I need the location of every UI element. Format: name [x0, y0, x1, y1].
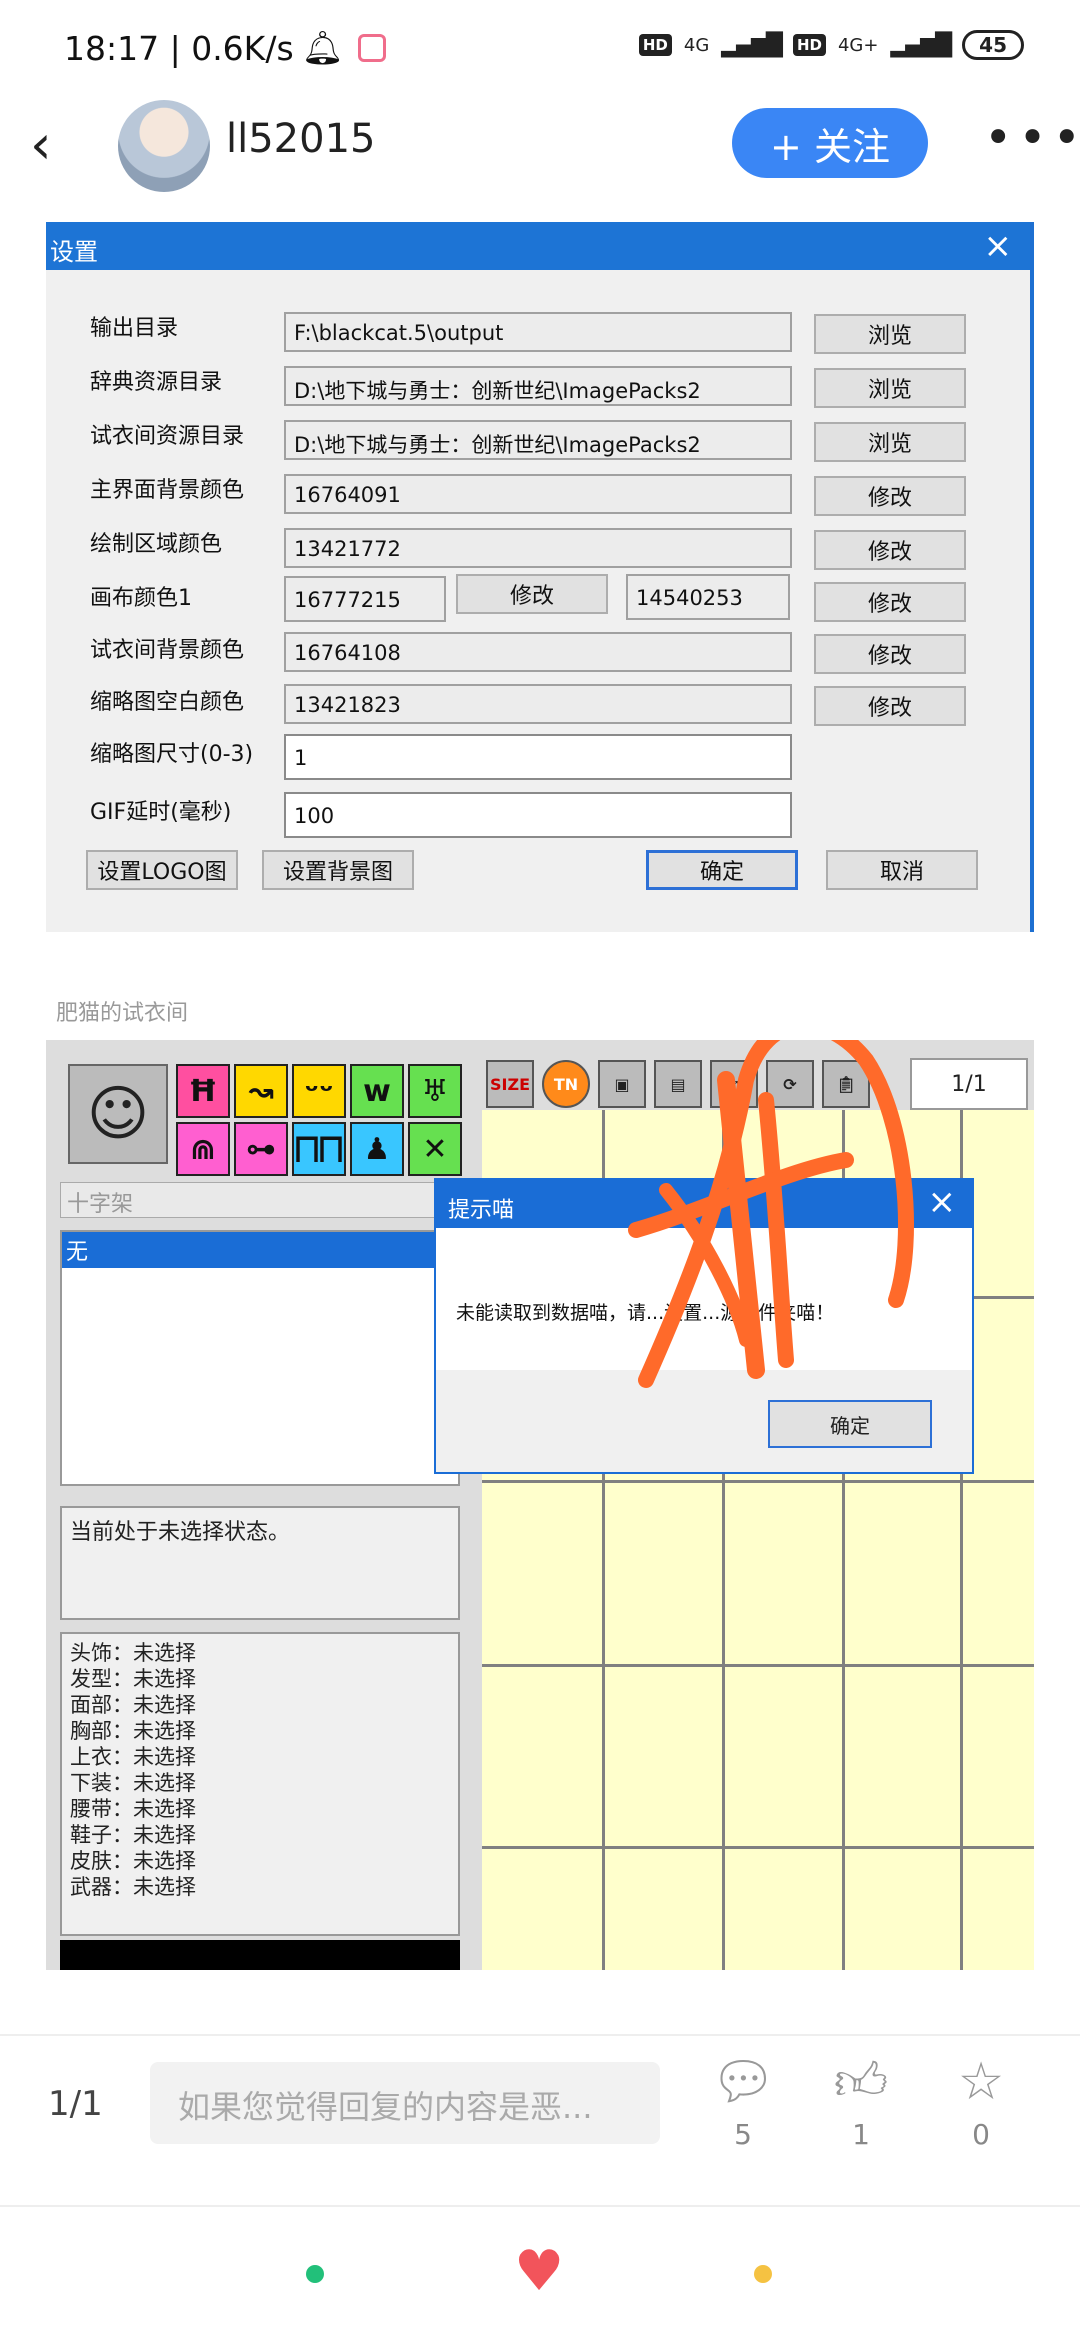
like-button[interactable]: 👍︎ 1	[826, 2050, 896, 2151]
browse-button-1[interactable]: 浏览	[814, 314, 966, 354]
label-canvas: 画布颜色1	[90, 586, 192, 611]
like-count: 1	[852, 2118, 870, 2151]
field-draw-area[interactable]: 13421772	[284, 528, 792, 568]
hd-badge-1: HD	[638, 34, 672, 56]
confirm-button[interactable]: 确定	[646, 850, 798, 890]
label-thumb-size: 缩略图尺寸(0-3)	[90, 742, 254, 767]
nav-dot-green[interactable]	[306, 2265, 324, 2283]
time-speed: 18:17 | 0.6K/s	[64, 28, 294, 68]
field-output[interactable]: F:\blackcat.5\output	[284, 312, 792, 352]
bell-icon: 🔔︎	[301, 28, 344, 67]
hd-badge-2: HD	[792, 34, 826, 56]
status-bar: 18:17 | 0.6K/s 🔔︎ HD 4G ▂▄▆█ HD 4G+ ▂▄▆█…	[0, 0, 1080, 92]
signal-icon: ▂▄▆█	[721, 32, 783, 58]
network-1: 4G	[683, 34, 710, 56]
label-gif-delay: GIF延时(毫秒)	[90, 800, 232, 825]
modify-button-1[interactable]: 修改	[814, 476, 966, 516]
more-icon[interactable]: •••	[984, 114, 1080, 162]
modify-button-5[interactable]: 修改	[814, 686, 966, 726]
heart-icon[interactable]: ♥	[514, 2239, 564, 2304]
username[interactable]: ll52015	[226, 116, 375, 162]
bottom-nav: ♥	[0, 2205, 1080, 2342]
star-icon: ☆	[957, 2052, 1005, 2112]
settings-window: 设置 × 输出目录 F:\blackcat.5\output 浏览 辞典资源目录…	[46, 222, 1034, 932]
label-dict: 辞典资源目录	[90, 370, 223, 395]
modify-button-2[interactable]: 修改	[814, 530, 966, 570]
back-icon[interactable]: ‹	[30, 118, 52, 172]
field-thumb-size[interactable]: 1	[284, 734, 792, 780]
field-canvas-2[interactable]: 14540253	[626, 574, 790, 620]
follow-button[interactable]: + 关注	[732, 108, 928, 178]
set-bg-button[interactable]: 设置背景图	[262, 850, 414, 890]
fav-count: 0	[972, 2118, 990, 2151]
settings-titlebar: 设置 ×	[46, 222, 1030, 270]
avatar[interactable]	[118, 100, 210, 192]
comment-count: 5	[734, 2118, 752, 2151]
field-canvas-1[interactable]: 16777215	[284, 576, 446, 622]
dressing-title: 肥猫的试衣间	[56, 1001, 189, 1026]
field-dict[interactable]: D:\地下城与勇士：创新世纪\ImagePacks2	[284, 366, 792, 406]
label-main-bg: 主界面背景颜色	[90, 478, 245, 503]
status-right: HD 4G ▂▄▆█ HD 4G+ ▂▄▆█ 45	[638, 30, 1024, 60]
label-draw-area: 绘制区域颜色	[90, 532, 223, 557]
page-number[interactable]: 1/1	[48, 2084, 103, 2124]
set-logo-button[interactable]: 设置LOGO图	[86, 850, 238, 890]
dressing-window: ☺︎ Ħ ↝ ᵕᵕ ᴡ ♅ ⋒ ⊶ ⨅⨅ ♟ ✕ SIZE TN ▣ ▤ ➶ ⟳…	[46, 1040, 1034, 1970]
field-thumb-blank[interactable]: 13421823	[284, 684, 792, 724]
status-left: 18:17 | 0.6K/s 🔔︎	[64, 28, 386, 68]
field-dressing[interactable]: D:\地下城与勇士：创新世纪\ImagePacks2	[284, 420, 792, 460]
browse-button-3[interactable]: 浏览	[814, 422, 966, 462]
network-2: 4G+	[837, 34, 879, 56]
nav-dot-yellow[interactable]	[754, 2265, 772, 2283]
close-icon[interactable]: ×	[984, 226, 1013, 266]
field-main-bg[interactable]: 16764091	[284, 474, 792, 514]
app-notification-icon	[357, 34, 386, 62]
label-output: 输出目录	[90, 316, 179, 341]
field-dressing-bg[interactable]: 16764108	[284, 632, 792, 672]
scribble-annotation	[628, 1040, 914, 1388]
favorite-button[interactable]: ☆ 0	[946, 2050, 1016, 2151]
battery-icon: 45	[962, 30, 1024, 60]
divider	[0, 2034, 1080, 2036]
signal-icon-2: ▂▄▆█	[890, 32, 952, 58]
comment-button[interactable]: 💬︎ 5	[708, 2050, 778, 2151]
modify-canvas-button[interactable]: 修改	[456, 574, 608, 614]
field-gif-delay[interactable]: 100	[284, 792, 792, 838]
cancel-button[interactable]: 取消	[826, 850, 978, 890]
comment-icon: 💬︎	[709, 2052, 776, 2112]
label-dressing: 试衣间资源目录	[90, 424, 245, 449]
browse-button-2[interactable]: 浏览	[814, 368, 966, 408]
label-dressing-bg: 试衣间背景颜色	[90, 638, 245, 663]
label-thumb-blank: 缩略图空白颜色	[90, 690, 245, 715]
reply-input[interactable]: 如果您觉得回复的内容是恶...	[150, 2062, 660, 2144]
modify-button-3[interactable]: 修改	[814, 582, 966, 622]
settings-title: 设置	[50, 238, 98, 266]
thumbs-up-icon: 👍︎	[833, 2052, 889, 2112]
modify-button-4[interactable]: 修改	[814, 634, 966, 674]
